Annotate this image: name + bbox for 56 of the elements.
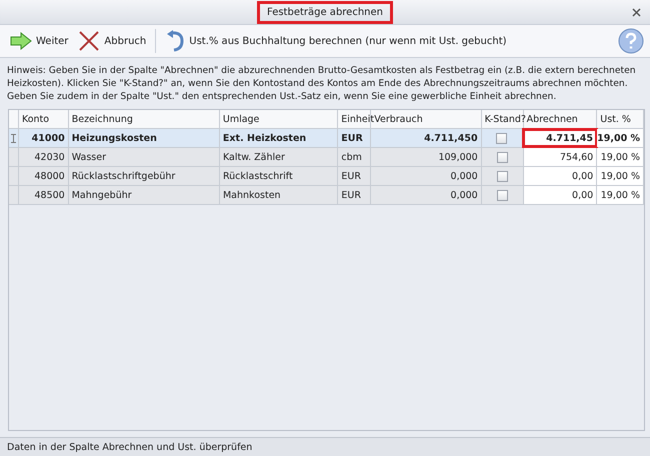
table-cell: Mahnkosten	[222, 190, 281, 200]
status-text: Daten in der Spalte Abrechnen und Ust. überprüfen	[7, 442, 252, 452]
undo-arrow-icon	[165, 30, 186, 52]
table-row[interactable]: 42030 Wasser Kaltw. Zähler cbm 109,000 754,60 19,00 %	[9, 148, 644, 167]
column-header[interactable]: Abrechnen	[526, 114, 578, 124]
arrow-right-icon	[10, 32, 32, 50]
table-row[interactable]: 48000 Rücklastschriftgebühr Rücklastschrift EUR 0,000 0,00 19,00 %	[9, 167, 644, 186]
table-cell: 0,00	[572, 170, 594, 182]
checkbox[interactable]	[496, 152, 508, 162]
table-cell: 4.711,450	[424, 132, 478, 144]
hint-text: Hinweis: Geben Sie in der Spalte "Abrechnen" die abzurechnenden Brutto-Gesamtkosten als Festbetrag ein (z.B. die extern berechneten Heizkosten). Klicken Sie "K-Stand?" an, wenn Sie den Kontostand des Kontos am Ende des Abrechnungszeitraums abrechnen möchten. Geben Sie zudem in der Spalte "Ust." den entsprechenden Ust.-Satz ein, wenn Sie eine gewerbliche Einheit abrechnen.	[7, 64, 637, 103]
table-cell: cbm	[341, 152, 362, 162]
table-cell: Heizungskosten	[72, 132, 157, 144]
table-cell: 0,000	[450, 170, 478, 182]
calculate-button[interactable]: Ust.% aus Buchhaltung berechnen (nur wenn mit Ust. gebucht)	[161, 28, 511, 54]
table-cell: 48000	[34, 170, 65, 182]
checkbox[interactable]	[496, 170, 508, 182]
table-cell: 19,00 %	[600, 170, 640, 182]
table-row[interactable]: 41000 Heizungskosten Ext. Heizkosten EUR 4.711,450 4.711,45 19,00 %	[9, 129, 644, 148]
column-header[interactable]: Konto	[22, 114, 50, 124]
table-cell: Rücklastschrift	[222, 170, 293, 182]
next-button[interactable]: Weiter	[6, 30, 72, 52]
table-cell: Mahngebühr	[72, 190, 132, 200]
text-cursor-icon	[10, 134, 16, 142]
cancel-button[interactable]: Abbruch	[74, 28, 150, 54]
table-cell: 0,00	[572, 190, 594, 200]
table-cell: Kaltw. Zähler	[222, 152, 285, 162]
column-header[interactable]: Bezeichnung	[72, 114, 133, 124]
column-header[interactable]: Einheit	[341, 114, 374, 124]
column-header[interactable]: Ust. %	[600, 114, 631, 124]
table-cell: EUR	[341, 170, 361, 182]
table-cell: 42030	[34, 152, 65, 162]
table-cell: 19,00 %	[600, 190, 640, 200]
table-cell: 48500	[34, 190, 65, 200]
table-cell: 19,00 %	[600, 152, 640, 162]
help-icon[interactable]	[618, 28, 644, 54]
table-cell: 109,000	[438, 152, 478, 162]
table-cell: 4.711,45	[546, 132, 594, 144]
table-cell: Wasser	[72, 152, 106, 162]
close-icon[interactable]	[632, 8, 641, 17]
checkbox[interactable]	[496, 132, 508, 144]
table-cell: Rücklastschriftgebühr	[72, 170, 176, 182]
window-title: Festbeträge abrechnen	[260, 4, 390, 20]
column-header[interactable]: Umlage	[222, 114, 260, 124]
cross-icon	[78, 30, 100, 52]
table-cell: Ext. Heizkosten	[222, 132, 306, 144]
column-header[interactable]: Verbrauch	[374, 114, 423, 124]
table-cell: 0,000	[450, 190, 478, 200]
column-header[interactable]: K-Stand?	[484, 114, 526, 124]
checkbox[interactable]	[496, 190, 508, 200]
table-cell: 754,60	[560, 152, 594, 162]
table-row[interactable]: 48500 Mahngebühr Mahnkosten EUR 0,000 0,00 19,00 %	[9, 186, 644, 205]
table-cell: EUR	[341, 132, 363, 144]
table-cell: EUR	[341, 190, 361, 200]
table-cell: 19,00 %	[597, 132, 640, 144]
table-cell: 41000	[32, 132, 65, 144]
